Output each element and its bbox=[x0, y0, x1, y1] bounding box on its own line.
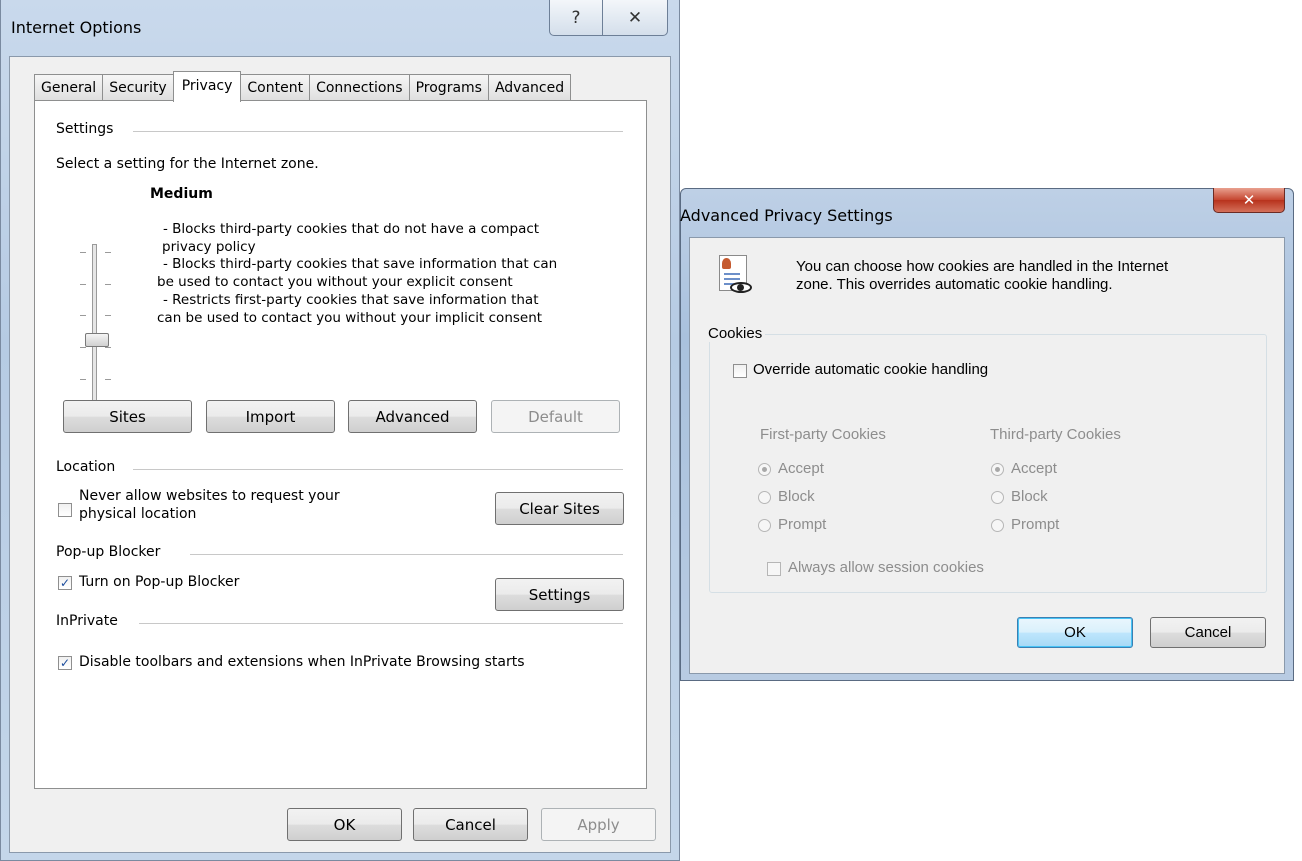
third-party-prompt-label: Prompt bbox=[1011, 516, 1060, 533]
slider-tick bbox=[80, 315, 86, 316]
clear-sites-button[interactable]: Clear Sites bbox=[495, 492, 624, 525]
slider-tick bbox=[105, 252, 111, 253]
apply-button[interactable]: Apply bbox=[541, 808, 656, 841]
first-party-accept-radio[interactable] bbox=[758, 463, 771, 476]
close-button[interactable]: ✕ bbox=[602, 0, 668, 36]
dialog-body: General Security Privacy Content Connect… bbox=[9, 56, 671, 853]
inprivate-disable-toolbars-label: Disable toolbars and extensions when InP… bbox=[79, 654, 525, 670]
privacy-level-label: Medium bbox=[150, 186, 213, 202]
settings-prompt: Select a setting for the Internet zone. bbox=[56, 156, 319, 172]
ok-button[interactable]: OK bbox=[1017, 617, 1133, 648]
tab-content[interactable]: Content bbox=[240, 74, 311, 101]
slider-tick bbox=[80, 284, 86, 285]
info-text-line: You can choose how cookies are handled i… bbox=[796, 258, 1169, 275]
window-title: Internet Options bbox=[11, 18, 142, 37]
settings-divider bbox=[133, 131, 623, 132]
third-party-prompt-radio[interactable] bbox=[991, 519, 1004, 532]
import-button[interactable]: Import bbox=[206, 400, 335, 433]
third-party-block-radio[interactable] bbox=[991, 491, 1004, 504]
popup-blocker-label: Turn on Pop-up Blocker bbox=[79, 574, 240, 590]
location-divider bbox=[133, 469, 623, 470]
tab-advanced[interactable]: Advanced bbox=[487, 74, 572, 101]
popup-blocker-divider bbox=[190, 554, 623, 555]
never-allow-location-label: Never allow websites to request your bbox=[79, 488, 340, 504]
cancel-button[interactable]: Cancel bbox=[413, 808, 528, 841]
title-bar: Internet Options ? ✕ bbox=[1, 0, 679, 58]
slider-tick bbox=[105, 347, 111, 348]
first-party-prompt-radio[interactable] bbox=[758, 519, 771, 532]
inprivate-disable-toolbars-checkbox[interactable]: ✓ bbox=[58, 656, 72, 670]
first-party-prompt-label: Prompt bbox=[778, 516, 827, 533]
override-cookie-handling-checkbox[interactable] bbox=[733, 364, 747, 378]
dialog-body: You can choose how cookies are handled i… bbox=[689, 237, 1285, 674]
slider-tick bbox=[80, 252, 86, 253]
tab-privacy[interactable]: Privacy bbox=[172, 71, 242, 102]
popup-blocker-checkbox[interactable]: ✓ bbox=[58, 576, 72, 590]
never-allow-location-label: physical location bbox=[79, 506, 197, 522]
privacy-tab-panel: Settings Select a setting for the Intern… bbox=[34, 100, 647, 789]
level-description-line: - Blocks third-party cookies that do not… bbox=[163, 221, 540, 237]
help-icon: ? bbox=[571, 7, 581, 28]
tab-general[interactable]: General bbox=[34, 74, 104, 101]
sites-button[interactable]: Sites bbox=[63, 400, 192, 433]
slider-tick bbox=[80, 347, 86, 348]
tab-connections[interactable]: Connections bbox=[309, 74, 410, 101]
level-description-line: - Blocks third-party cookies that save i… bbox=[163, 256, 558, 272]
first-party-accept-label: Accept bbox=[778, 460, 824, 477]
tab-strip: General Security Privacy Content Connect… bbox=[34, 71, 572, 102]
slider-tick bbox=[105, 379, 111, 380]
slider-tick bbox=[105, 315, 111, 316]
inprivate-group-label: InPrivate bbox=[56, 613, 118, 629]
third-party-accept-radio[interactable] bbox=[991, 463, 1004, 476]
eye-icon bbox=[730, 282, 752, 293]
always-allow-session-cookies-label: Always allow session cookies bbox=[788, 559, 984, 576]
slider-tick bbox=[105, 284, 111, 285]
advanced-privacy-settings-window: Advanced Privacy Settings ✕ You can choo… bbox=[680, 188, 1294, 681]
always-allow-session-cookies-checkbox[interactable] bbox=[767, 562, 781, 576]
popup-blocker-group-label: Pop-up Blocker bbox=[56, 544, 161, 560]
privacy-level-slider[interactable] bbox=[92, 244, 97, 410]
default-button[interactable]: Default bbox=[491, 400, 620, 433]
ok-button[interactable]: OK bbox=[287, 808, 402, 841]
third-party-accept-label: Accept bbox=[1011, 460, 1057, 477]
level-description-line: privacy policy bbox=[162, 239, 256, 255]
tab-security[interactable]: Security bbox=[102, 74, 174, 101]
internet-options-window: Internet Options ? ✕ General Security Pr… bbox=[0, 0, 680, 861]
help-button[interactable]: ? bbox=[549, 0, 603, 36]
close-icon: ✕ bbox=[1242, 191, 1256, 209]
cancel-button[interactable]: Cancel bbox=[1150, 617, 1266, 648]
never-allow-location-checkbox[interactable] bbox=[58, 503, 72, 517]
close-button[interactable]: ✕ bbox=[1213, 188, 1285, 213]
override-cookie-handling-label: Override automatic cookie handling bbox=[753, 361, 989, 378]
first-party-cookies-label: First-party Cookies bbox=[760, 426, 886, 443]
first-party-block-radio[interactable] bbox=[758, 491, 771, 504]
slider-tick bbox=[80, 379, 86, 380]
third-party-block-label: Block bbox=[1011, 488, 1048, 505]
location-group-label: Location bbox=[56, 459, 116, 475]
third-party-cookies-label: Third-party Cookies bbox=[990, 426, 1121, 443]
level-description-line: - Restricts first-party cookies that sav… bbox=[163, 292, 539, 308]
inprivate-divider bbox=[139, 623, 623, 624]
popup-settings-button[interactable]: Settings bbox=[495, 578, 624, 611]
slider-thumb[interactable] bbox=[85, 333, 109, 347]
tab-programs[interactable]: Programs bbox=[408, 74, 489, 101]
advanced-button[interactable]: Advanced bbox=[348, 400, 477, 433]
window-title: Advanced Privacy Settings bbox=[680, 206, 893, 225]
settings-group-label: Settings bbox=[56, 121, 114, 137]
cookies-group-label: Cookies bbox=[708, 325, 766, 342]
info-text-line: zone. This overrides automatic cookie ha… bbox=[796, 276, 1113, 293]
first-party-block-label: Block bbox=[778, 488, 815, 505]
level-description-line: be used to contact you without your expl… bbox=[157, 274, 513, 290]
level-description-line: can be used to contact you without your … bbox=[157, 310, 543, 326]
close-icon: ✕ bbox=[627, 7, 643, 28]
